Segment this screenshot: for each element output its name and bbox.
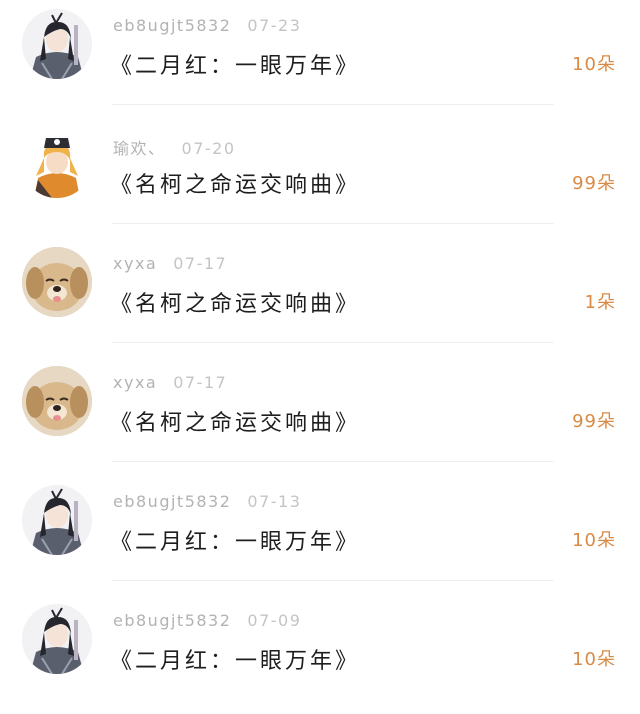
sender-meta: eb8ugjt5832 07-09 [113,611,301,630]
sender-name: xyxa [113,254,158,273]
gift-title: 《名柯之命运交响曲》 [110,292,361,317]
sender-meta: eb8ugjt5832 07-13 [113,492,301,511]
list-item[interactable]: xyxa 07-17 《名柯之命运交响曲》 99朵 [0,357,640,476]
puppy-avatar-icon [22,366,92,436]
anime-character-avatar-icon [22,485,92,555]
row-divider [112,461,554,462]
list-item[interactable]: eb8ugjt5832 07-13 《二月红：一眼万年》 10朵 [0,476,640,595]
sender-name: 瑜欢、 [113,139,166,158]
avatar[interactable] [22,604,92,674]
sender-name: eb8ugjt5832 [113,492,232,511]
avatar[interactable] [22,9,92,79]
anime-character-avatar-icon [22,9,92,79]
gift-count: 99朵 [572,173,616,194]
anime-character-avatar-icon [22,604,92,674]
puppy-avatar-icon [22,247,92,317]
list-item[interactable]: xyxa 07-17 《名柯之命运交响曲》 1朵 [0,238,640,357]
row-divider [112,223,554,224]
gift-count: 10朵 [572,649,616,670]
list-item[interactable]: eb8ugjt5832 07-09 《二月红：一眼万年》 10朵 [0,595,640,714]
sender-name: eb8ugjt5832 [113,611,232,630]
list-item[interactable]: 瑜欢、 07-20 《名柯之命运交响曲》 99朵 [0,119,640,238]
gift-title: 《二月红：一眼万年》 [110,649,361,674]
gift-title: 《二月红：一眼万年》 [110,530,361,555]
sent-date: 07-17 [173,254,228,273]
sent-date: 07-13 [247,492,302,511]
sender-name: eb8ugjt5832 [113,16,232,35]
avatar[interactable] [22,247,92,317]
sender-name: xyxa [113,373,158,392]
sent-date: 07-09 [247,611,302,630]
sender-meta: eb8ugjt5832 07-23 [113,16,301,35]
sent-date: 07-23 [247,16,302,35]
sent-date: 07-20 [181,139,236,158]
gift-title: 《名柯之命运交响曲》 [110,173,361,198]
row-divider [112,342,554,343]
gift-title: 《名柯之命运交响曲》 [110,411,361,436]
avatar[interactable] [22,128,92,198]
gift-count: 10朵 [572,54,616,75]
avatar[interactable] [22,485,92,555]
anime-character-avatar-icon [22,128,92,198]
sender-meta: 瑜欢、 07-20 [113,135,236,159]
gift-record-list: eb8ugjt5832 07-23 《二月红：一眼万年》 10朵 瑜欢、 07-20… [0,0,640,694]
gift-count: 1朵 [584,292,616,313]
row-divider [112,104,554,105]
gift-count: 99朵 [572,411,616,432]
sent-date: 07-17 [173,373,228,392]
sender-meta: xyxa 07-17 [113,254,227,273]
gift-title: 《二月红：一眼万年》 [110,54,361,79]
row-divider [112,580,554,581]
avatar[interactable] [22,366,92,436]
list-item[interactable]: eb8ugjt5832 07-23 《二月红：一眼万年》 10朵 [0,0,640,119]
gift-count: 10朵 [572,530,616,551]
sender-meta: xyxa 07-17 [113,373,227,392]
